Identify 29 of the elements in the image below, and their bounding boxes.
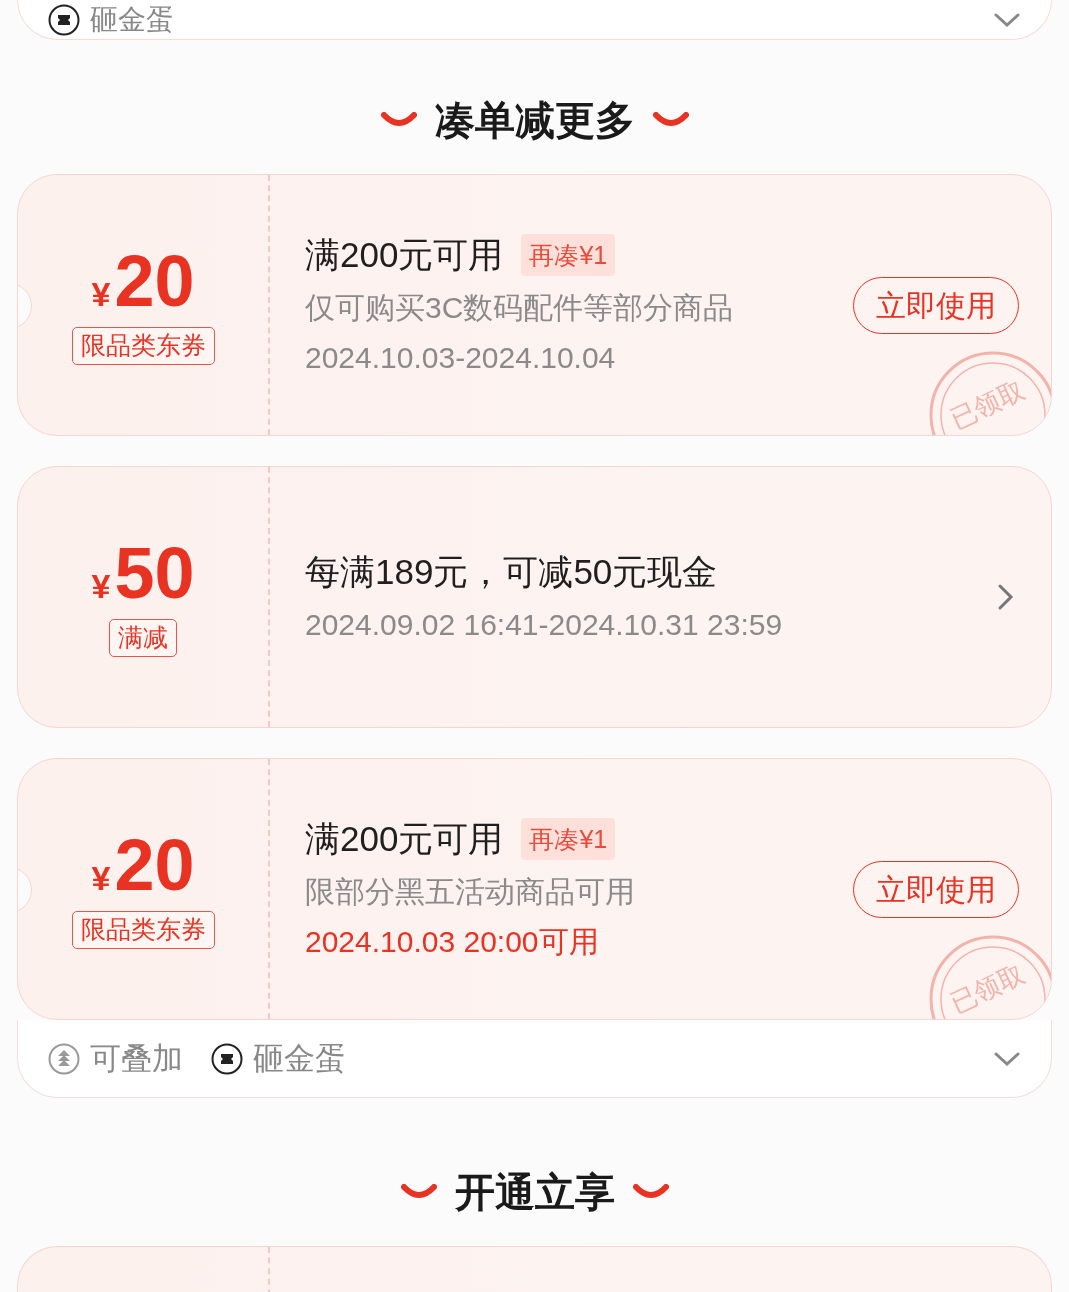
coupon-amount: ¥20 bbox=[91, 829, 195, 902]
top-up-badge: 再凑¥1 bbox=[521, 234, 616, 276]
coupon-condition: 满200元可用 bbox=[305, 818, 504, 860]
validity-period: 2024.10.03-2024.10.04 bbox=[305, 340, 617, 376]
section-title: 凑单减更多 bbox=[434, 98, 635, 142]
smile-icon bbox=[380, 112, 417, 128]
coupon-type-tag: 满减 bbox=[109, 619, 177, 657]
smile-icon bbox=[632, 1184, 669, 1200]
smile-icon bbox=[652, 112, 689, 128]
coupon-type-tag: 限品类东券 bbox=[71, 911, 215, 949]
coupon-amount: ¥50 bbox=[91, 537, 195, 610]
coupon-condition: 满200元可用 bbox=[305, 234, 504, 276]
tag-label: 砸金蛋 bbox=[90, 5, 174, 34]
coupon-type-tag: 限品类东券 bbox=[71, 327, 215, 365]
egg-icon bbox=[211, 1042, 243, 1075]
egg-icon bbox=[48, 3, 80, 36]
stack-icon bbox=[48, 1042, 80, 1075]
section-title: 开通立享 bbox=[454, 1170, 615, 1214]
smile-icon bbox=[400, 1184, 437, 1200]
tag-label: 可叠加 bbox=[90, 1043, 183, 1074]
coupon-condition: 每满189元，可减50元现金 bbox=[305, 551, 718, 593]
validity-period: 2024.10.03 20:00可用 bbox=[305, 924, 600, 960]
coupon-amount: ¥20 bbox=[91, 245, 195, 318]
chevron-right-icon[interactable] bbox=[997, 583, 1015, 611]
top-up-badge: 再凑¥1 bbox=[521, 818, 616, 860]
coupon-scope: 仅可购买3C数码配件等部分商品 bbox=[305, 290, 735, 326]
coupon-scope: 限部分黑五活动商品可用 bbox=[305, 874, 636, 910]
tag-label: 砸金蛋 bbox=[253, 1043, 346, 1074]
validity-period: 2024.09.02 16:41-2024.10.31 23:59 bbox=[305, 607, 784, 643]
